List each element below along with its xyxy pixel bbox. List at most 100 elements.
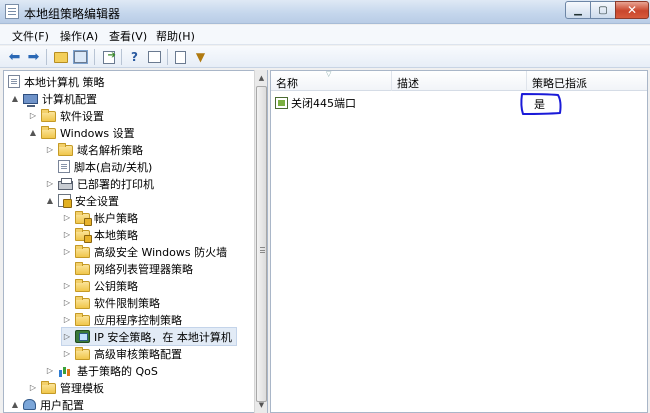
back-button[interactable]: ⬅ <box>6 49 23 65</box>
show-hide-tree-button[interactable] <box>72 49 89 65</box>
folder-icon <box>75 346 90 360</box>
expand-icon[interactable]: ▷ <box>62 349 72 359</box>
folder-icon <box>41 125 56 139</box>
menu-view[interactable]: 查看(V) <box>109 28 147 44</box>
expand-icon[interactable]: ▷ <box>45 366 55 376</box>
tree-item-label: 软件限制策略 <box>94 296 160 310</box>
tree-item-software-settings[interactable]: ▷ 软件设置 <box>28 107 104 124</box>
tree-item-software-restriction[interactable]: ▷ 软件限制策略 <box>62 294 160 311</box>
tree-item-security-settings[interactable]: ▲ 安全设置 <box>45 192 119 209</box>
collapse-icon[interactable]: ▲ <box>45 196 55 206</box>
toolbar-separator <box>94 49 95 65</box>
tree-item-label: 脚本(启动/关机) <box>74 160 153 174</box>
tree-item-advanced-audit[interactable]: ▷ 高级审核策略配置 <box>62 345 182 362</box>
help-icon: ? <box>131 50 138 64</box>
ip-policy-icon <box>275 97 288 109</box>
policy-name: 关闭445端口 <box>291 97 356 110</box>
tree-item-label: 安全设置 <box>75 194 119 208</box>
scroll-thumb[interactable] <box>256 86 267 402</box>
expand-icon[interactable]: ▷ <box>62 230 72 240</box>
network-icon <box>75 330 90 343</box>
tree-item-app-control[interactable]: ▷ 应用程序控制策略 <box>62 311 182 328</box>
forward-arrow-icon: ➡ <box>27 49 40 65</box>
column-description-header[interactable]: 描述 <box>392 71 527 91</box>
folder-icon <box>75 244 90 258</box>
maximize-button[interactable]: ▢ <box>590 1 616 19</box>
folder-icon <box>58 142 73 156</box>
list-row-policy[interactable]: 关闭445端口 <box>275 95 356 111</box>
sort-caret-icon: ▽ <box>326 70 332 78</box>
expand-icon[interactable]: ▷ <box>62 298 72 308</box>
tree-item-local-policies[interactable]: ▷ 本地策略 <box>62 226 138 243</box>
collapse-icon[interactable]: ▲ <box>10 400 20 410</box>
tree-item-label: 管理模板 <box>60 381 104 395</box>
up-folder-icon <box>53 51 68 63</box>
menu-file[interactable]: 文件(F) <box>12 28 49 44</box>
group-policy-editor-window: 本地组策略编辑器 ▁ ▢ ✕ 文件(F) 操作(A) 查看(V) 帮助(H) ⬅… <box>0 0 650 413</box>
expand-icon[interactable]: ▷ <box>62 332 72 342</box>
tree-item-label: 域名解析策略 <box>77 143 143 157</box>
tree-item-label: 高级安全 Windows 防火墙 <box>94 245 228 259</box>
tree-item-scripts[interactable]: 脚本(启动/关机) <box>58 158 152 175</box>
tree-item-label: 本地计算机 策略 <box>24 75 105 89</box>
script-icon <box>58 160 70 173</box>
tree-item-ip-security-policies[interactable]: ▷ IP 安全策略，在 本地计算机 <box>61 327 237 346</box>
help-button[interactable]: ? <box>126 49 143 65</box>
tree-item-public-key-policies[interactable]: ▷ 公钥策略 <box>62 277 138 294</box>
export-list-button[interactable] <box>100 49 117 65</box>
title-bar[interactable]: 本地组策略编辑器 ▁ ▢ ✕ <box>0 0 650 24</box>
tree-item-windows-settings[interactable]: ▲ Windows 设置 <box>28 124 135 141</box>
tree-item-network-list-manager[interactable]: 网络列表管理器策略 <box>75 260 193 277</box>
expand-icon[interactable]: ▷ <box>62 315 72 325</box>
up-level-button[interactable] <box>52 49 69 65</box>
toolbar-separator <box>46 49 47 65</box>
expand-icon[interactable]: ▷ <box>62 247 72 257</box>
tree-scrollbar[interactable]: ▲ ▼ <box>254 70 268 413</box>
tree-item-label: 应用程序控制策略 <box>94 313 182 327</box>
lock-folder-icon <box>75 227 92 243</box>
expand-icon[interactable]: ▷ <box>45 179 55 189</box>
scroll-up-icon[interactable]: ▲ <box>255 71 268 85</box>
properties-button[interactable] <box>172 49 189 65</box>
column-assigned-header[interactable]: 策略已指派 <box>527 71 647 91</box>
tree-item-windows-firewall[interactable]: ▷ 高级安全 Windows 防火墙 <box>62 243 227 260</box>
expand-icon[interactable]: ▷ <box>62 213 72 223</box>
menu-action[interactable]: 操作(A) <box>60 28 98 44</box>
back-arrow-icon: ⬅ <box>8 49 21 65</box>
collapse-icon[interactable]: ▲ <box>28 128 38 138</box>
tree-item-account-policies[interactable]: ▷ 帐户策略 <box>62 209 138 226</box>
tree-item-policy-based-qos[interactable]: ▷ 基于策略的 QoS <box>45 362 158 379</box>
tree-item-local-computer-policy[interactable]: 本地计算机 策略 <box>8 73 105 90</box>
window-title: 本地组策略编辑器 <box>24 7 121 21</box>
tree-item-admin-templates[interactable]: ▷ 管理模板 <box>28 379 104 396</box>
tree-item-label: Windows 设置 <box>60 126 135 140</box>
menu-bar: 文件(F) 操作(A) 查看(V) 帮助(H) <box>0 25 650 45</box>
collapse-icon[interactable]: ▲ <box>10 94 20 104</box>
forward-button[interactable]: ➡ <box>25 49 42 65</box>
action-pane-icon <box>148 51 161 63</box>
tree-item-computer-config[interactable]: ▲ 计算机配置 <box>10 90 97 107</box>
show-pane-button[interactable] <box>146 49 163 65</box>
console-tree[interactable]: 本地计算机 策略 ▲ 计算机配置 ▷ 软件设置 ▲ Windows 设置 ▷ 域… <box>3 70 254 413</box>
policy-list-pane[interactable]: 名称 ▽ 描述 策略已指派 关闭445端口 是 <box>270 70 648 413</box>
tree-item-user-config[interactable]: ▲ 用户配置 <box>10 396 84 412</box>
list-header: 名称 ▽ 描述 策略已指派 <box>271 70 647 91</box>
column-name-header[interactable]: 名称 ▽ <box>271 70 392 91</box>
column-label: 名称 <box>276 77 298 90</box>
expand-icon[interactable]: ▷ <box>62 281 72 291</box>
tree-item-label: 公钥策略 <box>94 279 138 293</box>
column-label: 策略已指派 <box>532 77 587 90</box>
expand-icon[interactable]: ▷ <box>45 145 55 155</box>
filter-button[interactable]: ▼ <box>192 49 209 65</box>
close-button[interactable]: ✕ <box>615 1 649 19</box>
minimize-icon: ▁ <box>574 4 582 16</box>
menu-help[interactable]: 帮助(H) <box>156 28 195 44</box>
tree-item-label: 用户配置 <box>40 398 84 412</box>
scroll-down-icon[interactable]: ▼ <box>255 398 268 412</box>
expand-icon[interactable]: ▷ <box>28 111 38 121</box>
filter-icon: ▼ <box>195 50 206 64</box>
minimize-button[interactable]: ▁ <box>565 1 591 19</box>
tree-item-name-resolution-policy[interactable]: ▷ 域名解析策略 <box>45 141 143 158</box>
expand-icon[interactable]: ▷ <box>28 383 38 393</box>
tree-item-deployed-printers[interactable]: ▷ 已部署的打印机 <box>45 175 154 192</box>
